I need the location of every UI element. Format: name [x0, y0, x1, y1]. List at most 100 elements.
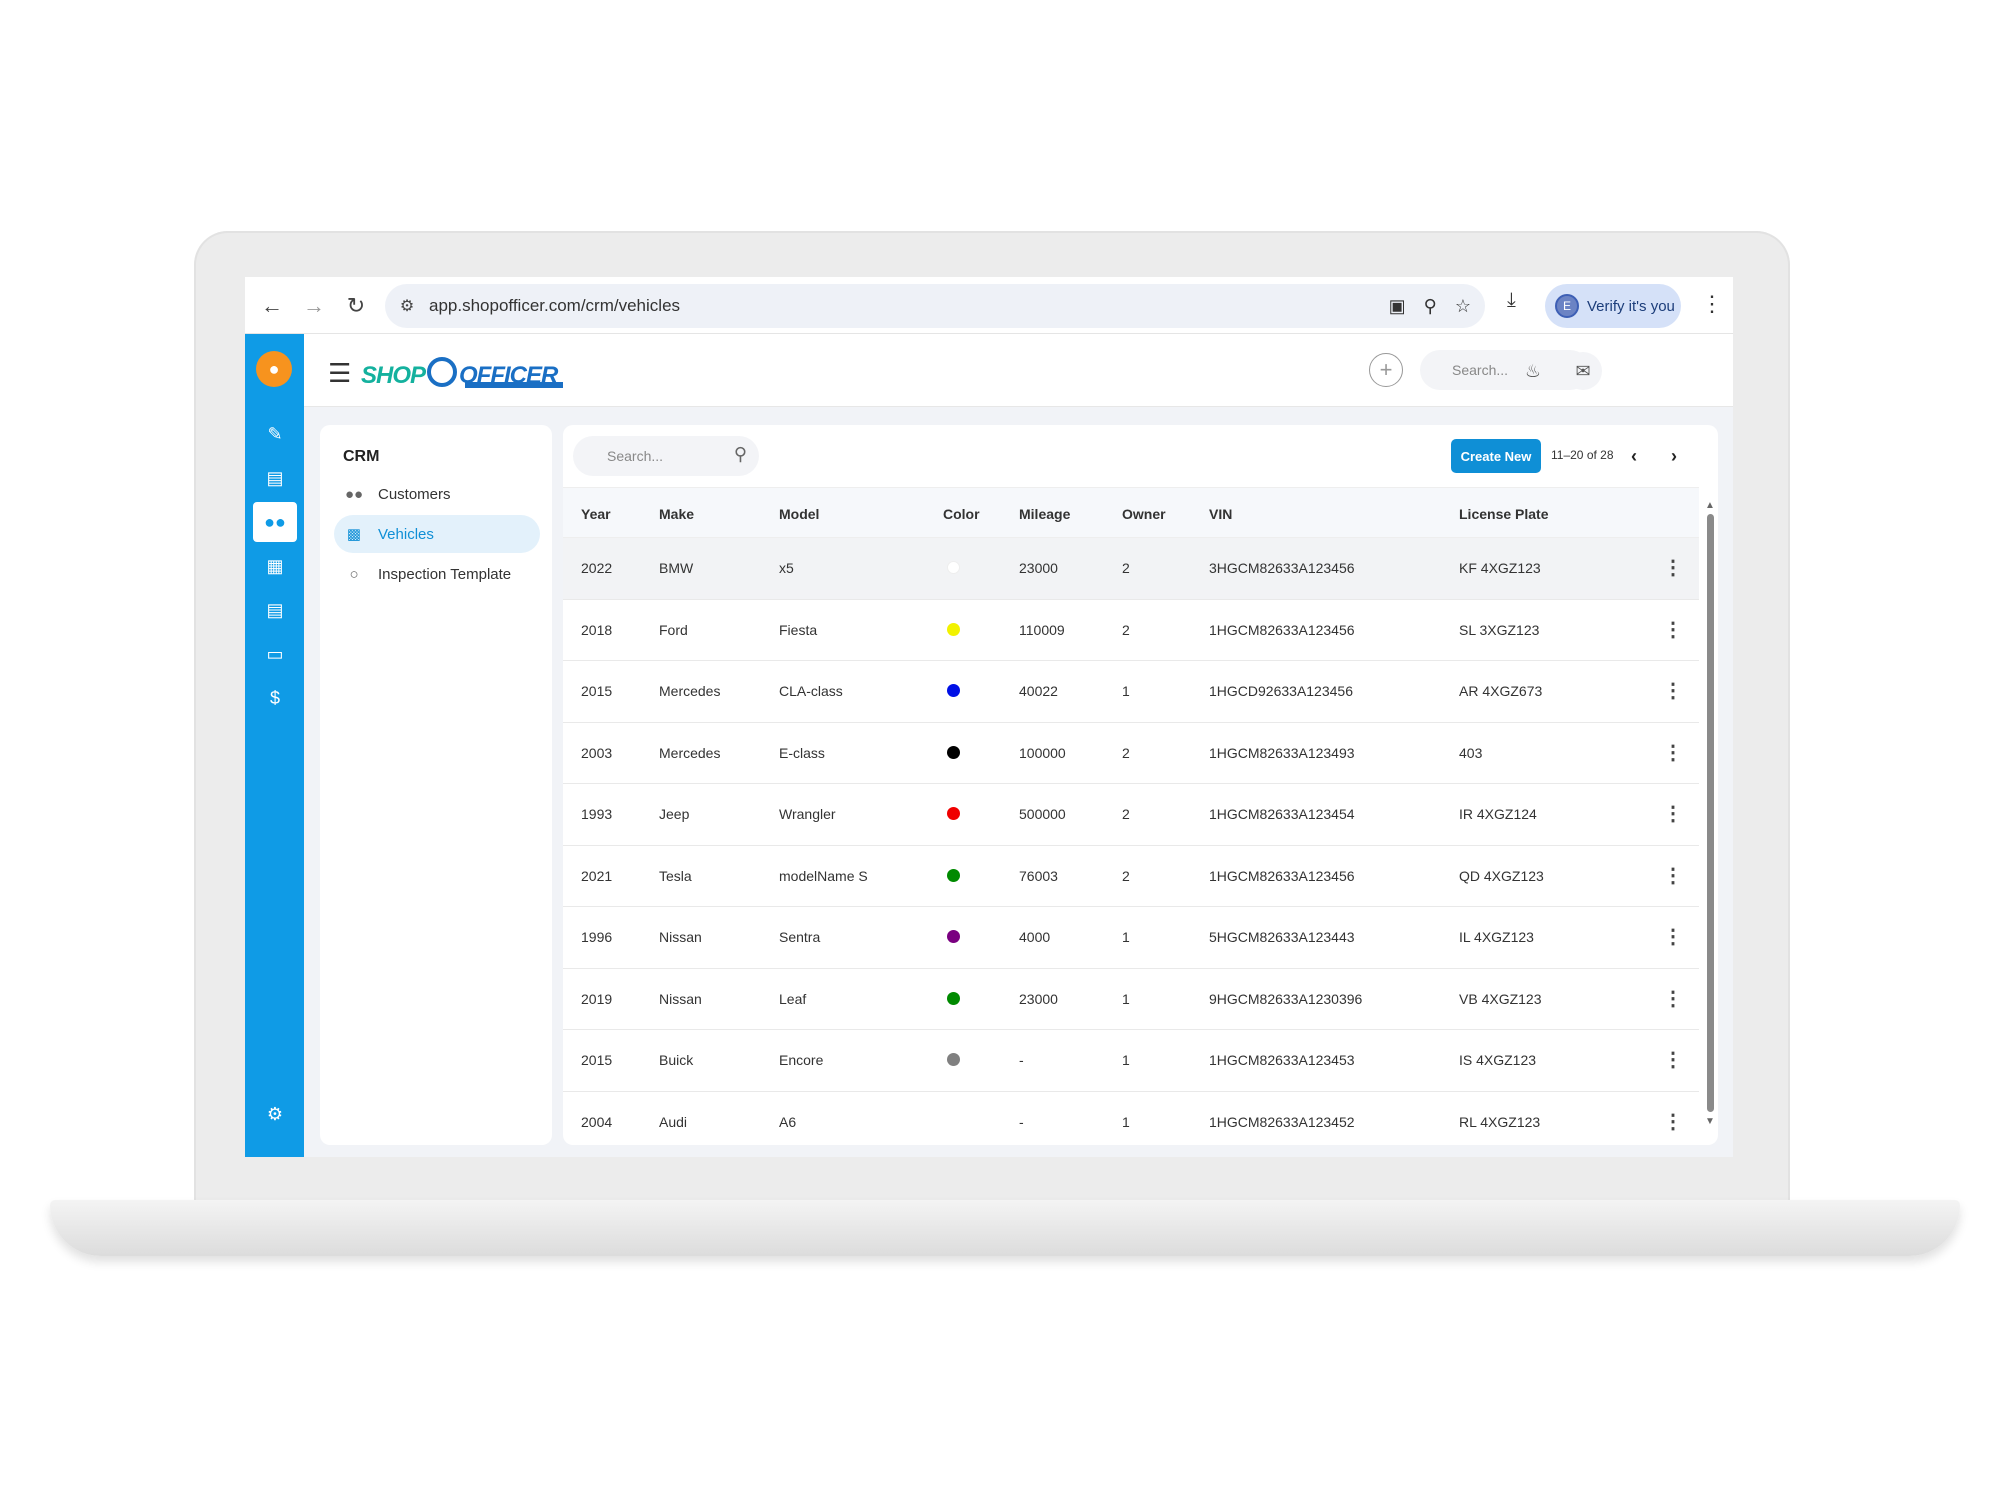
- scroll-down-arrow-icon[interactable]: ▼: [1705, 1116, 1715, 1127]
- row-actions-menu-icon[interactable]: ⋮: [1663, 986, 1683, 1011]
- cell-mileage: 100000: [1019, 744, 1066, 761]
- hamburger-menu-icon[interactable]: ☰: [328, 358, 351, 389]
- scroll-up-arrow-icon[interactable]: ▲: [1705, 500, 1715, 511]
- logo-wheel-icon: [427, 356, 458, 387]
- sidebar-item-inspection-template[interactable]: ○ Inspection Template: [334, 555, 540, 593]
- table-row[interactable]: 2004 Audi A6 - 1 1HGCM82633A123452 RL 4XGZ123 ⋮: [563, 1092, 1699, 1146]
- download-icon[interactable]: ⤓: [1507, 289, 1516, 312]
- column-header-mileage[interactable]: Mileage: [1019, 506, 1070, 522]
- icon-rail: ● ✎ ▤ ●● ▦ ▤ ▭ $ ⚙: [245, 334, 304, 1157]
- column-header-model[interactable]: Model: [779, 506, 819, 522]
- mail-icon[interactable]: ✉: [1564, 352, 1602, 390]
- scrollbar-thumb[interactable]: [1707, 514, 1714, 1112]
- row-actions-menu-icon[interactable]: ⋮: [1663, 924, 1683, 949]
- profile-avatar: E: [1555, 294, 1579, 318]
- create-new-button[interactable]: Create New: [1451, 439, 1541, 473]
- cell-year: 2015: [581, 683, 613, 699]
- table-row[interactable]: 2015 Mercedes CLA-class 40022 1 1HGCD92633A12…: [563, 661, 1699, 723]
- sidebar-item-customers[interactable]: ●● Customers: [334, 475, 540, 513]
- row-actions-menu-icon[interactable]: ⋮: [1663, 863, 1683, 888]
- cell-year: 2004: [581, 1113, 613, 1130]
- reload-icon[interactable]: ↻: [335, 285, 377, 327]
- cell-mileage: 40022: [1019, 683, 1058, 699]
- browser-menu-icon[interactable]: ⋮: [1701, 291, 1723, 317]
- column-header-owner[interactable]: Owner: [1122, 506, 1166, 522]
- row-actions-menu-icon[interactable]: ⋮: [1663, 617, 1683, 642]
- table-row[interactable]: 2003 Mercedes E-class 100000 2 1HGCM82633A123…: [563, 723, 1699, 784]
- cell-model: E-class: [779, 744, 825, 761]
- table-row[interactable]: 1993 Jeep Wrangler 500000 2 1HGCM82633A123454…: [563, 784, 1699, 846]
- bell-icon[interactable]: ♨: [1514, 352, 1552, 390]
- install-app-icon[interactable]: ▣: [1389, 296, 1406, 317]
- calendar-icon[interactable]: ▦: [253, 546, 297, 586]
- cell-year: 2019: [581, 990, 613, 1007]
- column-header-year[interactable]: Year: [581, 506, 611, 522]
- invoice-icon[interactable]: $: [253, 678, 297, 718]
- row-actions-menu-icon[interactable]: ⋮: [1663, 1109, 1683, 1134]
- row-actions-menu-icon[interactable]: ⋮: [1663, 555, 1683, 580]
- cell-year: 1993: [581, 806, 613, 822]
- cell-make: Tesla: [659, 867, 692, 884]
- cell-license-plate: QD 4XGZ123: [1459, 867, 1544, 884]
- cell-year: 2021: [581, 867, 613, 884]
- cell-year: 2015: [581, 1052, 613, 1068]
- column-header-make[interactable]: Make: [659, 506, 694, 522]
- column-header-vin[interactable]: VIN: [1209, 506, 1232, 522]
- cell-owner: 1: [1122, 1113, 1130, 1130]
- cell-model: A6: [779, 1113, 797, 1130]
- browser-toolbar: ← → ↻ ⚙ app.shopofficer.com/crm/vehicles…: [245, 277, 1733, 334]
- chevron-left-icon[interactable]: ‹: [1621, 443, 1647, 469]
- table-row[interactable]: 2015 Buick Encore - 1 1HGCM82633A123453 IS 4XG…: [563, 1030, 1699, 1092]
- row-actions-menu-icon[interactable]: ⋮: [1663, 678, 1683, 703]
- cell-model: x5: [779, 560, 794, 576]
- cell-owner: 2: [1122, 867, 1130, 884]
- cell-mileage: 110009: [1019, 621, 1065, 638]
- clipboard-icon[interactable]: ▤: [253, 458, 297, 498]
- vehicles-table: Year Make Model Color Mileage Owner VIN …: [563, 487, 1699, 1145]
- row-actions-menu-icon[interactable]: ⋮: [1663, 740, 1683, 765]
- cell-mileage: -: [1019, 1052, 1024, 1068]
- cell-vin: 1HGCM82633A123456: [1209, 621, 1355, 638]
- chevron-right-icon[interactable]: ›: [1661, 443, 1687, 469]
- column-header-color[interactable]: Color: [943, 506, 980, 522]
- cell-vin: 1HGCM82633A123452: [1209, 1113, 1355, 1130]
- bookmark-star-icon[interactable]: ☆: [1455, 296, 1471, 317]
- sidebar-item-label: Customers: [378, 485, 451, 503]
- cell-year: 2018: [581, 621, 613, 638]
- cell-make: Mercedes: [659, 683, 721, 699]
- table-row[interactable]: 2019 Nissan Leaf 23000 1 9HGCM82633A1230396 VB…: [563, 969, 1699, 1030]
- row-actions-menu-icon[interactable]: ⋮: [1663, 1047, 1683, 1072]
- address-bar[interactable]: ⚙ app.shopofficer.com/crm/vehicles ▣ ⚲ ☆: [385, 284, 1485, 328]
- shopping-bag-icon[interactable]: ▤: [253, 590, 297, 630]
- cell-vin: 9HGCM82633A1230396: [1209, 990, 1363, 1007]
- verify-profile-button[interactable]: E Verify it's you: [1545, 284, 1681, 328]
- table-row[interactable]: 2022 BMW x5 23000 2 3HGCM82633A123456 KF 4XGZ1…: [563, 538, 1699, 600]
- archive-icon[interactable]: ▭: [253, 634, 297, 674]
- sidebar-item-vehicles[interactable]: ▩ Vehicles: [334, 515, 540, 553]
- add-icon[interactable]: +: [1369, 353, 1403, 387]
- logo-tagline-bar: [465, 382, 563, 388]
- app-header: ☰ SHOPOFFICER + Search... ⚲ ♨ ✉: [304, 334, 1733, 407]
- settings-gear-icon[interactable]: ⚙: [253, 1094, 297, 1134]
- shopofficer-logo[interactable]: SHOP OFFICER: [361, 348, 563, 394]
- user-avatar[interactable]: ●: [256, 351, 292, 387]
- table-row[interactable]: 2018 Ford Fiesta 110009 2 1HGCM82633A123456 SL…: [563, 600, 1699, 661]
- color-swatch: [947, 807, 960, 820]
- row-actions-menu-icon[interactable]: ⋮: [1663, 801, 1683, 826]
- color-swatch: [947, 930, 960, 943]
- cell-owner: 1: [1122, 990, 1130, 1007]
- table-row[interactable]: 1996 Nissan Sentra 4000 1 5HGCM82633A123443 IL…: [563, 907, 1699, 969]
- column-header-license-plate[interactable]: License Plate: [1459, 506, 1549, 522]
- table-row[interactable]: 2021 Tesla modelName S 76003 2 1HGCM82633A123…: [563, 846, 1699, 907]
- crm-users-icon[interactable]: ●●: [253, 502, 297, 542]
- zoom-icon[interactable]: ⚲: [1424, 296, 1437, 317]
- table-scrollbar[interactable]: ▲ ▼: [1705, 500, 1715, 1130]
- forward-arrow-icon[interactable]: →: [293, 285, 335, 327]
- cell-model: Encore: [779, 1052, 824, 1068]
- cell-license-plate: 403: [1459, 744, 1483, 761]
- cell-vin: 1HGCD92633A123456: [1209, 683, 1353, 699]
- site-settings-icon[interactable]: ⚙: [385, 296, 429, 316]
- back-arrow-icon[interactable]: ←: [251, 285, 293, 327]
- dashboard-icon[interactable]: ✎: [253, 414, 297, 454]
- vehicles-search-input[interactable]: Search... ⚲: [573, 436, 759, 476]
